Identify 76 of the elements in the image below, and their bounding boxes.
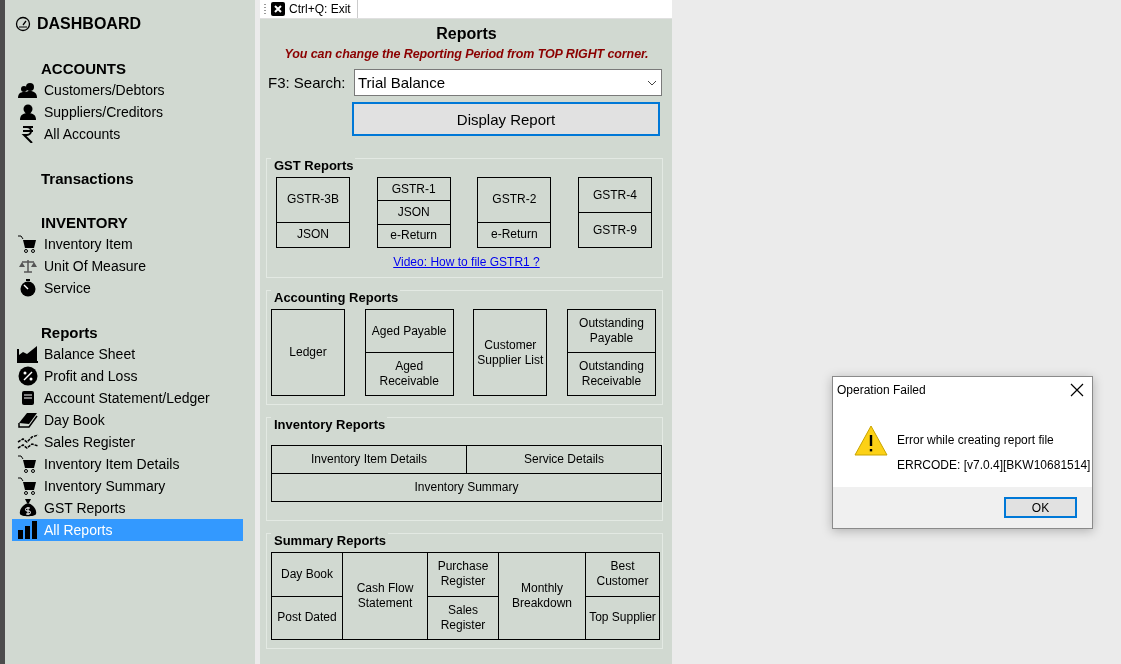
stopwatch-icon: [19, 279, 37, 297]
report-button[interactable]: Day Book: [271, 552, 343, 597]
gauge-icon: [15, 16, 31, 32]
sidebar-item[interactable]: Suppliers/Creditors: [12, 101, 243, 123]
ok-button[interactable]: OK: [1004, 497, 1077, 518]
dialog-title: Operation Failed: [837, 382, 926, 397]
sidebar-heading: Transactions: [40, 168, 135, 189]
report-button[interactable]: Cash Flow Statement: [342, 552, 428, 640]
report-button[interactable]: Outstanding Receivable: [566, 352, 656, 396]
trend-lines-icon: [17, 434, 39, 450]
report-button[interactable]: Customer Supplier List: [473, 309, 548, 396]
report-button[interactable]: Ledger: [271, 309, 345, 396]
display-report-button[interactable]: Display Report: [352, 102, 660, 136]
people-icon: [18, 82, 38, 98]
group-title: Accounting Reports: [271, 290, 401, 306]
person-icon: [18, 104, 38, 120]
dashboard-link[interactable]: DASHBOARD: [37, 15, 141, 33]
search-dropdown[interactable]: Trial Balance: [354, 69, 662, 96]
sidebar-item[interactable]: Balance Sheet: [12, 343, 243, 365]
report-button[interactable]: Post Dated: [271, 595, 343, 640]
report-button[interactable]: Top Supplier: [585, 595, 660, 640]
cart-icon: [18, 477, 38, 495]
report-button[interactable]: GSTR-4: [577, 177, 652, 213]
scale-icon: [19, 259, 37, 273]
report-button[interactable]: Outstanding Payable: [566, 309, 656, 353]
sidebar-heading: INVENTORY: [40, 212, 129, 233]
sidebar-item[interactable]: Inventory Item Details: [12, 453, 243, 475]
chevron-down-icon: [647, 79, 657, 86]
report-button[interactable]: e-Return: [477, 221, 552, 248]
report-button[interactable]: JSON: [376, 200, 451, 225]
money-bag-icon: [19, 498, 37, 518]
cart-icon: [18, 455, 38, 473]
rupee-icon: [21, 125, 35, 143]
sidebar-item[interactable]: Account Statement/Ledger: [12, 387, 243, 409]
report-button[interactable]: Monthly Breakdown: [498, 552, 586, 640]
bar-chart-icon: [18, 521, 38, 539]
sidebar-item[interactable]: All Accounts: [12, 123, 243, 145]
warning-icon: [854, 425, 888, 456]
report-button[interactable]: Inventory Summary: [271, 473, 662, 502]
report-button[interactable]: JSON: [276, 221, 350, 248]
group-title: Inventory Reports: [271, 417, 388, 433]
report-button[interactable]: Inventory Item Details: [271, 445, 467, 474]
report-button[interactable]: Service Details: [466, 445, 662, 474]
group-title: Summary Reports: [271, 533, 388, 549]
sidebar-item[interactable]: Inventory Summary: [12, 475, 243, 497]
sidebar-item[interactable]: Inventory Item: [12, 233, 243, 255]
sidebar-item[interactable]: Service: [12, 277, 243, 299]
close-icon[interactable]: [1070, 382, 1084, 397]
sidebar-item[interactable]: Day Book: [12, 409, 243, 431]
sidebar-item[interactable]: Sales Register: [12, 431, 243, 453]
sidebar-item[interactable]: Unit Of Measure: [12, 255, 243, 277]
report-button[interactable]: e-Return: [376, 223, 451, 248]
error-code: ERRCODE: [v7.0.4][BKW10681514]: [897, 458, 1091, 472]
report-button[interactable]: Aged Payable: [364, 309, 454, 353]
video-link[interactable]: Video: How to file GSTR1 ?: [393, 255, 540, 269]
sidebar-item[interactable]: GST Reports: [12, 497, 243, 519]
report-button[interactable]: Best Customer: [585, 552, 660, 597]
report-button[interactable]: GSTR-2: [477, 177, 552, 223]
report-button[interactable]: GSTR-9: [577, 212, 652, 248]
notice-text: You can change the Reporting Period from TOP RIGHT corner.: [283, 46, 650, 63]
sidebar-heading: ACCOUNTS: [40, 58, 127, 79]
sidebar-item[interactable]: Profit and Loss: [12, 365, 243, 387]
document-icon: [21, 390, 35, 406]
error-message: Error while creating report file: [897, 433, 1055, 447]
percent-badge-icon: [18, 366, 38, 386]
sidebar-heading: Reports: [40, 322, 99, 343]
book-icon: [17, 411, 39, 429]
search-label: F3: Search:: [267, 74, 347, 91]
report-button[interactable]: GSTR-1: [376, 177, 451, 202]
sidebar-item[interactable]: Customers/Debtors: [12, 79, 243, 101]
report-button[interactable]: Aged Receivable: [364, 352, 454, 396]
group-title: GST Reports: [271, 158, 356, 174]
cart-icon: [18, 235, 38, 253]
report-button[interactable]: GSTR-3B: [276, 177, 350, 223]
page-title: Reports: [435, 24, 498, 44]
area-chart-icon: [17, 345, 39, 363]
